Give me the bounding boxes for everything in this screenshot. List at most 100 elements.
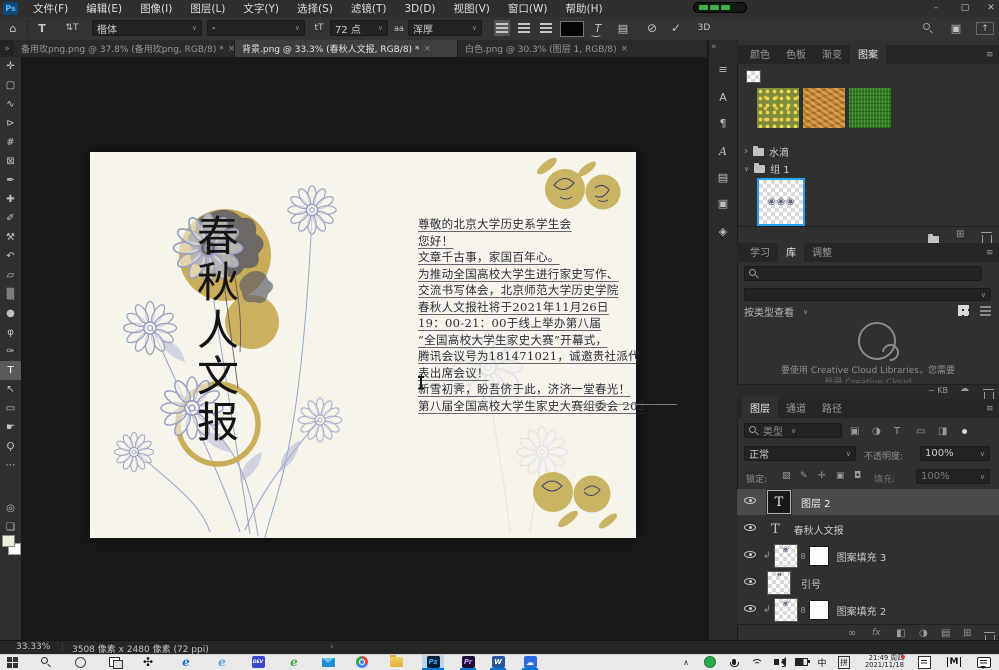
crop-tool[interactable]: # — [0, 133, 21, 152]
doc-tab-1[interactable]: 备用玫png.png @ 37.8% (备用玫png, RGB/8) * × — [14, 40, 235, 57]
messenger-tray-icon[interactable] — [976, 655, 992, 669]
letter-line[interactable]: 尊敬的北京大学历史系学生会 — [418, 216, 668, 233]
filter-smart-object-icon[interactable]: ◨ — [938, 426, 947, 437]
notes-tray-icon[interactable] — [916, 655, 932, 669]
zoom-tool[interactable]: Ϙ — [0, 437, 21, 456]
lock-artboard-icon[interactable]: ▣ — [836, 471, 845, 481]
pattern-thumbnail-grass[interactable] — [849, 88, 891, 128]
layer-row[interactable]: ↲ ❀ 8 图案填充 3 — [737, 543, 999, 569]
menu-image[interactable]: 图像(I) — [131, 0, 181, 18]
text-layer-thumbnail[interactable]: T — [767, 490, 791, 514]
pinwheel-app-icon[interactable]: ✣ — [140, 655, 156, 669]
align-left-icon[interactable] — [494, 20, 510, 36]
home-icon[interactable]: ⌂ — [4, 20, 22, 36]
visibility-toggle[interactable] — [737, 496, 763, 508]
pattern-thumbnail-flowers[interactable] — [757, 88, 799, 128]
layer-mask-thumbnail[interactable] — [809, 546, 829, 566]
pattern-thumbnail-selected[interactable]: ❀ ❀ ❀ — [757, 178, 805, 226]
brush-tool[interactable]: ✐ — [0, 209, 21, 228]
dodge-tool[interactable]: φ — [0, 323, 21, 342]
view-by-type-dropdown[interactable]: 按类型查看 ∨ — [744, 304, 808, 319]
pattern-fill-thumbnail[interactable]: ❀ — [774, 544, 798, 568]
grid-view-icon[interactable] — [958, 305, 969, 316]
chrome-browser-icon[interactable] — [354, 655, 370, 669]
premiere-taskbar-icon[interactable]: Pr — [460, 655, 476, 669]
type-tool[interactable]: T — [0, 361, 21, 380]
file-explorer-icon[interactable] — [388, 655, 404, 669]
anti-alias-select[interactable]: 浑厚 ∨ — [408, 20, 482, 36]
pattern-fill-thumbnail[interactable]: ❀ — [774, 598, 798, 622]
align-right-icon[interactable] — [538, 20, 554, 36]
tab-overflow-icon[interactable]: » — [0, 40, 14, 57]
menu-edit[interactable]: 编辑(E) — [77, 0, 131, 18]
path-selection-tool[interactable]: ↖ — [0, 380, 21, 399]
properties-panel-icon[interactable]: ≡ — [714, 60, 732, 78]
minimize-button[interactable]: – — [925, 1, 947, 15]
tab-libraries[interactable]: 库 — [778, 241, 804, 262]
letter-line[interactable]: 您好！ — [418, 233, 668, 250]
letter-line[interactable]: 春秋人文报社将于2021年11月26日 — [418, 299, 668, 316]
letter-line[interactable]: 文章千古事，家国百年心。 — [418, 249, 668, 266]
letter-line[interactable]: 为推动全国高校大学生进行家史写作、 — [418, 266, 668, 283]
letter-line[interactable]: 表出席会议！ — [418, 365, 668, 382]
pattern-folder-row[interactable]: › 水滴 — [744, 144, 789, 159]
eyedropper-tool[interactable]: ✒ — [0, 171, 21, 190]
blend-mode-select[interactable]: 正常 ∨ — [744, 446, 856, 461]
text-layer-thumbnail[interactable]: T — [771, 522, 780, 537]
pattern-chip[interactable] — [746, 70, 761, 83]
list-view-icon[interactable] — [980, 306, 991, 316]
masthead-char[interactable]: 文 — [192, 356, 244, 398]
layer-row[interactable]: T 春秋人文报 — [737, 516, 999, 542]
library-search-input[interactable] — [744, 266, 982, 281]
zoom-level-input[interactable]: 33.33% — [16, 642, 50, 652]
paragraph-panel-icon[interactable]: ¶ — [714, 114, 732, 132]
character-panel-icon[interactable]: A — [714, 88, 732, 106]
letter-line[interactable]: “全国高校大学生家史大赛”开幕式， — [418, 332, 668, 349]
microphone-tray-icon[interactable] — [726, 655, 742, 669]
tray-expand-icon[interactable]: ∧ — [678, 655, 694, 669]
collapse-panels-icon[interactable]: « — [711, 42, 717, 52]
photoshop-taskbar-icon[interactable]: Ps — [422, 655, 444, 669]
layer-name[interactable]: 引号 — [801, 576, 821, 591]
more-tools-icon[interactable]: ⋯ — [0, 456, 21, 475]
status-caret-icon[interactable]: › — [330, 642, 334, 652]
letter-line[interactable]: 腾讯会议号为181471021，诚邀贵社派代 — [418, 348, 668, 365]
pattern-folder-row[interactable]: ∨ 组 1 — [744, 161, 790, 176]
doc-tab-2-active[interactable]: 背景.png @ 33.3% (春秋人文报, RGB/8) * × — [235, 40, 458, 57]
menu-3d[interactable]: 3D(D) — [395, 1, 444, 17]
clone-stamp-tool[interactable]: ⚒ — [0, 228, 21, 247]
close-tab-icon[interactable]: × — [423, 44, 431, 54]
menu-file[interactable]: 文件(F) — [24, 0, 77, 18]
layer-name[interactable]: 图案填充 2 — [837, 603, 887, 618]
ime-mode-indicator[interactable]: 拼 — [836, 655, 852, 669]
tray-green-app-icon[interactable] — [702, 655, 718, 669]
menu-type[interactable]: 文字(Y) — [234, 0, 288, 18]
font-style-select[interactable]: - ∨ — [207, 20, 305, 36]
close-tab-icon[interactable]: × — [621, 44, 629, 54]
masthead-char[interactable]: 春 — [192, 216, 244, 258]
filter-pixel-layers-icon[interactable]: ▣ — [850, 426, 859, 437]
word-taskbar-icon[interactable]: W — [490, 655, 506, 669]
link-layers-icon[interactable]: ∞ — [848, 628, 856, 639]
opacity-input[interactable]: 100% ∨ — [920, 446, 990, 461]
layer-name[interactable]: 图层 2 — [801, 495, 831, 510]
pattern-thumbnail-orange[interactable] — [803, 88, 845, 128]
tab-patterns[interactable]: 图案 — [850, 43, 886, 64]
close-tab-icon[interactable]: × — [228, 44, 235, 54]
warp-text-icon[interactable]: T — [590, 20, 606, 36]
wifi-tray-icon[interactable] — [748, 655, 764, 669]
ie-green-icon[interactable]: e — [286, 655, 302, 669]
menu-window[interactable]: 窗口(W) — [499, 0, 557, 18]
letter-line[interactable]: 新雪初霁，盼吾侪于此，济济一堂春光！ — [418, 381, 668, 398]
align-center-icon[interactable] — [516, 20, 532, 36]
letter-line[interactable]: 交流书写体会，北京师范大学历史学院 — [418, 282, 668, 299]
quick-mask-icon[interactable]: ◎ — [0, 499, 21, 518]
letter-line[interactable]: 19：00-21：00于线上举办第八届 — [418, 315, 668, 332]
masthead-char[interactable]: 报 — [192, 402, 244, 444]
notes-panel-icon[interactable]: ▣ — [714, 194, 732, 212]
frame-tool[interactable]: ⊠ — [0, 152, 21, 171]
layer-row[interactable]: ↲ ❀ 8 图案填充 2 — [737, 597, 999, 623]
new-layer-icon[interactable]: ⊞ — [963, 628, 971, 639]
share-icon[interactable]: ↑ — [976, 22, 994, 35]
font-family-select[interactable]: 楷体 ∨ — [92, 20, 202, 36]
